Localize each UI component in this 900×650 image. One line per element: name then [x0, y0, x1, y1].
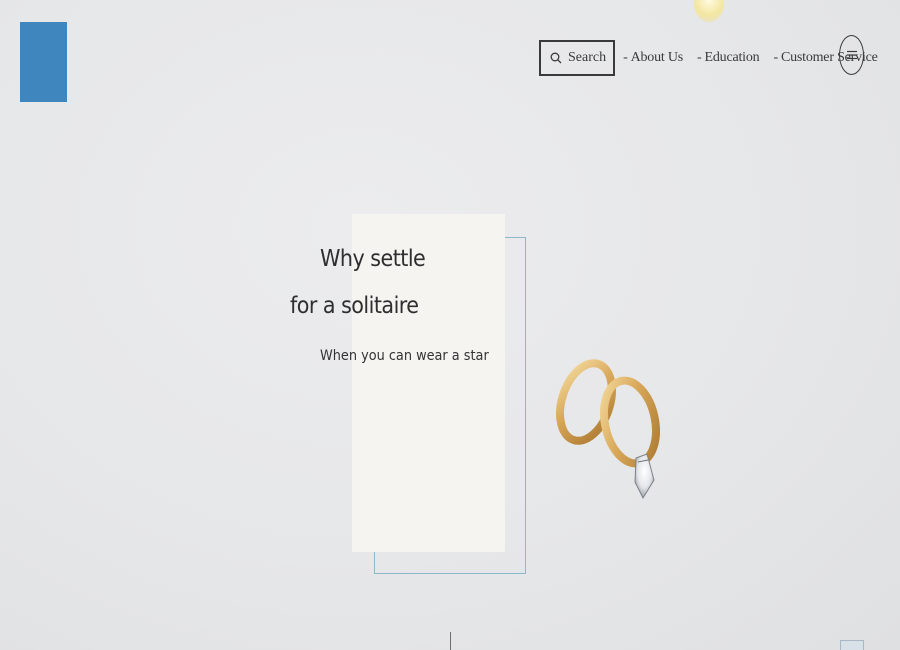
search-icon	[550, 52, 562, 64]
image-icon	[840, 640, 864, 650]
nav-separator: -	[697, 50, 702, 65]
brand-logo[interactable]	[20, 22, 67, 102]
nav-separator: -	[623, 50, 628, 65]
scroll-indicator[interactable]	[450, 632, 451, 650]
search-button[interactable]: Search	[539, 40, 616, 76]
hero-headline-line-2: for a solitaire	[290, 293, 419, 319]
nav-link-about-us[interactable]: - About Us	[623, 50, 683, 66]
top-navigation: Search - About Us - Education - Customer Se…	[539, 38, 878, 78]
nav-link-education[interactable]: - Education	[697, 50, 760, 66]
search-label: Search	[568, 50, 607, 65]
nav-separator: -	[773, 50, 778, 65]
gold-rings-image	[548, 350, 678, 510]
nav-link-label: About Us	[630, 50, 684, 65]
menu-button[interactable]	[839, 35, 864, 75]
hero-subheadline: When you can wear a star	[320, 348, 489, 364]
hero-headline-line-1: Why settle	[320, 246, 426, 272]
landing-page: Search - About Us - Education - Customer Se…	[0, 0, 900, 650]
hamburger-icon	[846, 48, 858, 63]
pendant-lamp-image	[694, 0, 724, 22]
nav-link-label: Education	[704, 50, 760, 65]
